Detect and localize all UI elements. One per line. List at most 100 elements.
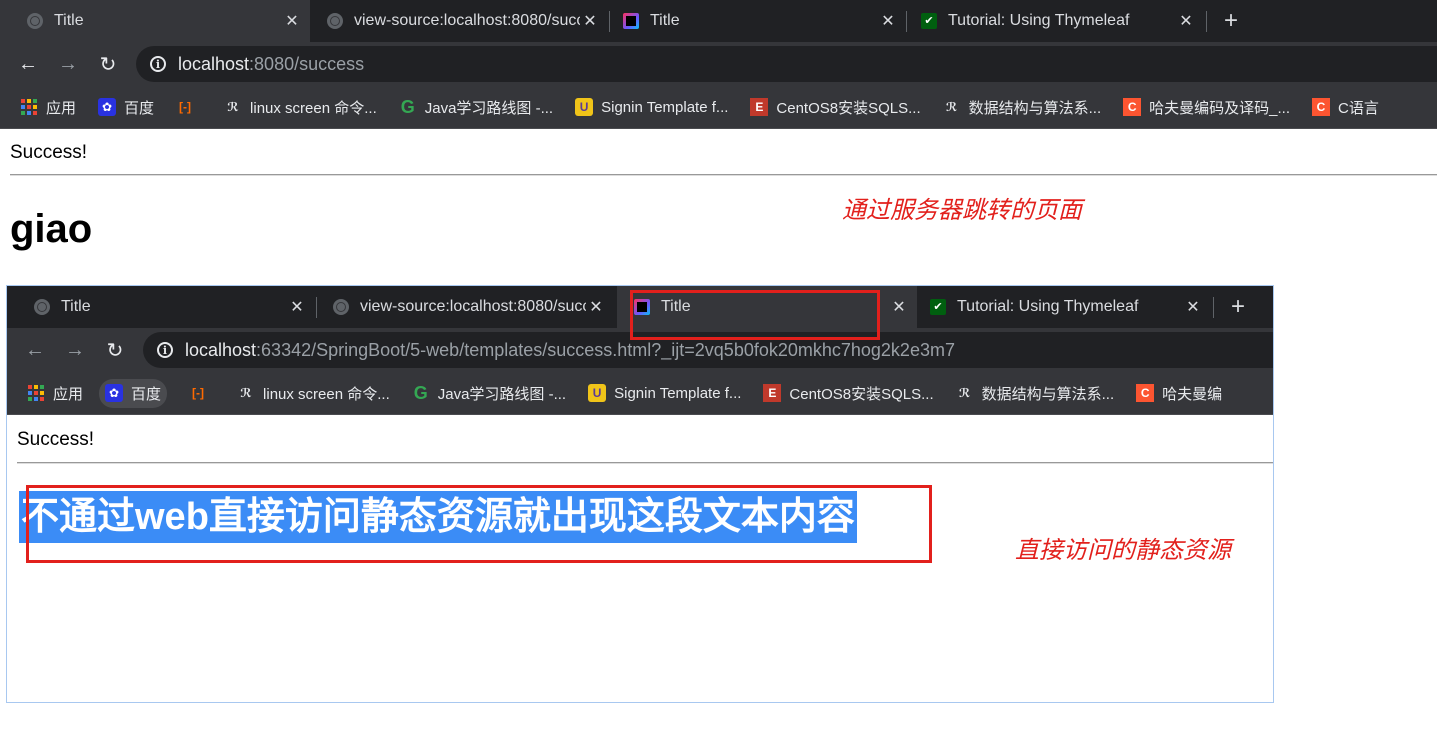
- bookmark-label: CentOS8安装SQLS...: [776, 99, 921, 117]
- globe-icon: [26, 12, 44, 30]
- highlight-box-heading: [26, 485, 932, 563]
- bookmark-baidu[interactable]: ✿ 百度: [99, 378, 168, 408]
- close-tab-icon[interactable]: ✕: [1176, 11, 1196, 31]
- tab-divider: [1206, 11, 1207, 32]
- csdn-icon: C: [1312, 98, 1331, 116]
- close-tab-icon[interactable]: ✕: [586, 297, 606, 317]
- g-icon: G: [413, 382, 428, 403]
- thymeleaf-icon: ✔: [920, 12, 938, 30]
- back-button[interactable]: ←: [8, 53, 48, 76]
- bookmark-centos[interactable]: E CentOS8安装SQLS...: [763, 383, 934, 404]
- toolbar: ← → ↻ i localhost:8080/success: [0, 42, 1437, 86]
- bookmark-label: Signin Template f...: [614, 384, 742, 402]
- aliyun-icon: [-]: [192, 386, 205, 400]
- bookmark-label: C语言: [1338, 99, 1379, 117]
- tab-view-source[interactable]: view-source:localhost:8080/success ✕: [320, 286, 614, 328]
- baidu-paw-icon: ✿: [105, 384, 124, 402]
- success-text: Success!: [17, 429, 95, 450]
- bookmark-data-structures[interactable]: ℛ 数据结构与算法系...: [943, 97, 1102, 118]
- tab-thymeleaf[interactable]: ✔ Tutorial: Using Thymeleaf ✕: [919, 286, 1211, 328]
- tab-strip: Title ✕ view-source:localhost:8080/succe…: [0, 0, 1437, 42]
- bookmark-aliyun[interactable]: [-]: [189, 384, 215, 402]
- bookmark-label: Java学习路线图 -...: [437, 385, 567, 403]
- runoob-icon: ℛ: [227, 100, 239, 114]
- new-tab-button[interactable]: +: [1231, 286, 1245, 328]
- aliyun-icon: [-]: [179, 100, 192, 114]
- back-button[interactable]: ←: [15, 339, 55, 362]
- bookmark-label: Signin Template f...: [601, 98, 729, 116]
- close-tab-icon[interactable]: ✕: [889, 297, 909, 317]
- close-tab-icon[interactable]: ✕: [878, 11, 898, 31]
- reload-button[interactable]: ↻: [95, 338, 135, 363]
- bookmark-label: 哈夫曼编: [1162, 385, 1223, 403]
- bookmark-label: 数据结构与算法系...: [981, 385, 1115, 403]
- tab-label: Tutorial: Using Thymeleaf: [948, 12, 1130, 29]
- globe-icon: [33, 298, 51, 316]
- runoob-icon: ℛ: [946, 100, 958, 114]
- forward-button[interactable]: →: [48, 53, 88, 76]
- bookmark-apps[interactable]: 应用: [27, 383, 83, 404]
- site-info-icon[interactable]: i: [157, 342, 173, 358]
- tab-title-1[interactable]: Title ✕: [0, 0, 310, 42]
- horizontal-rule: [10, 174, 1437, 176]
- bootstrap-icon: U: [575, 98, 594, 116]
- close-tab-icon[interactable]: ✕: [580, 11, 600, 31]
- tab-label: Title: [61, 298, 91, 315]
- address-bar[interactable]: i localhost:8080/success: [136, 46, 1437, 82]
- tab-label: Title: [650, 12, 680, 29]
- intellij-icon: [622, 12, 640, 30]
- apps-grid-icon: [27, 384, 45, 402]
- close-tab-icon[interactable]: ✕: [282, 11, 302, 31]
- tab-title-1[interactable]: Title ✕: [7, 286, 315, 328]
- tab-title-2[interactable]: Title ✕: [612, 0, 906, 42]
- bookmark-label: 数据结构与算法系...: [968, 99, 1102, 117]
- thymeleaf-icon: ✔: [929, 298, 947, 316]
- bookmark-linux-screen[interactable]: ℛ linux screen 命令...: [224, 97, 377, 118]
- tab-divider: [609, 11, 610, 32]
- tab-view-source[interactable]: view-source:localhost:8080/success ✕: [314, 0, 608, 42]
- close-tab-icon[interactable]: ✕: [287, 297, 307, 317]
- bookmark-aliyun[interactable]: [-]: [176, 98, 202, 116]
- bookmarks-bar: 应用 ✿ 百度 [-] ℛ linux screen 命令... G Java学…: [0, 86, 1437, 129]
- reload-button[interactable]: ↻: [88, 52, 128, 77]
- bookmark-centos[interactable]: E CentOS8安装SQLS...: [750, 97, 921, 118]
- forward-button[interactable]: →: [55, 339, 95, 362]
- bookmark-linux-screen[interactable]: ℛ linux screen 命令...: [237, 383, 389, 404]
- bookmark-signin-template[interactable]: U Signin Template f...: [575, 98, 728, 116]
- bookmark-huffman[interactable]: C 哈夫曼编码及译码_...: [1123, 97, 1290, 118]
- bookmark-label: linux screen 命令...: [250, 99, 377, 117]
- page-heading: giao: [10, 207, 93, 251]
- site-info-icon[interactable]: i: [150, 56, 166, 72]
- tab-divider: [316, 297, 317, 318]
- e-icon: E: [763, 384, 782, 402]
- url-text[interactable]: localhost:63342/SpringBoot/5-web/templat…: [185, 340, 955, 361]
- csdn-icon: C: [1123, 98, 1142, 116]
- horizontal-rule: [17, 462, 1273, 464]
- tab-divider: [906, 11, 907, 32]
- bookmark-label: 百度: [131, 385, 162, 403]
- bookmark-huffman[interactable]: C 哈夫曼编: [1136, 383, 1222, 404]
- annotation-static-resource: 直接访问的静态资源: [1015, 537, 1231, 564]
- new-tab-button[interactable]: +: [1224, 0, 1238, 42]
- bookmarks-bar: 应用 ✿ 百度 [-] ℛ linux screen 命令... G Java学…: [7, 372, 1273, 415]
- runoob-icon: ℛ: [240, 386, 252, 400]
- tab-label: Tutorial: Using Thymeleaf: [957, 298, 1139, 315]
- url-text[interactable]: localhost:8080/success: [178, 54, 364, 75]
- tab-label: Title: [54, 12, 84, 29]
- annotation-server-page: 通过服务器跳转的页面: [842, 197, 1082, 224]
- bookmark-data-structures[interactable]: ℛ 数据结构与算法系...: [956, 383, 1115, 404]
- outer-browser-window: Title ✕ view-source:localhost:8080/succe…: [0, 0, 1437, 129]
- g-icon: G: [400, 96, 415, 117]
- tab-thymeleaf[interactable]: ✔ Tutorial: Using Thymeleaf ✕: [910, 0, 1204, 42]
- bookmark-apps[interactable]: 应用: [20, 97, 76, 118]
- bookmark-c-language[interactable]: C C语言: [1312, 97, 1379, 118]
- bookmark-signin-template[interactable]: U Signin Template f...: [588, 384, 741, 402]
- bookmark-baidu[interactable]: ✿ 百度: [98, 97, 154, 118]
- tab-label: view-source:localhost:8080/success: [354, 12, 580, 29]
- csdn-icon: C: [1136, 384, 1155, 402]
- close-tab-icon[interactable]: ✕: [1183, 297, 1203, 317]
- bootstrap-icon: U: [588, 384, 607, 402]
- bookmark-java-roadmap[interactable]: G Java学习路线图 -...: [412, 383, 566, 404]
- bookmark-java-roadmap[interactable]: G Java学习路线图 -...: [399, 97, 553, 118]
- tab-label: view-source:localhost:8080/success: [360, 298, 586, 315]
